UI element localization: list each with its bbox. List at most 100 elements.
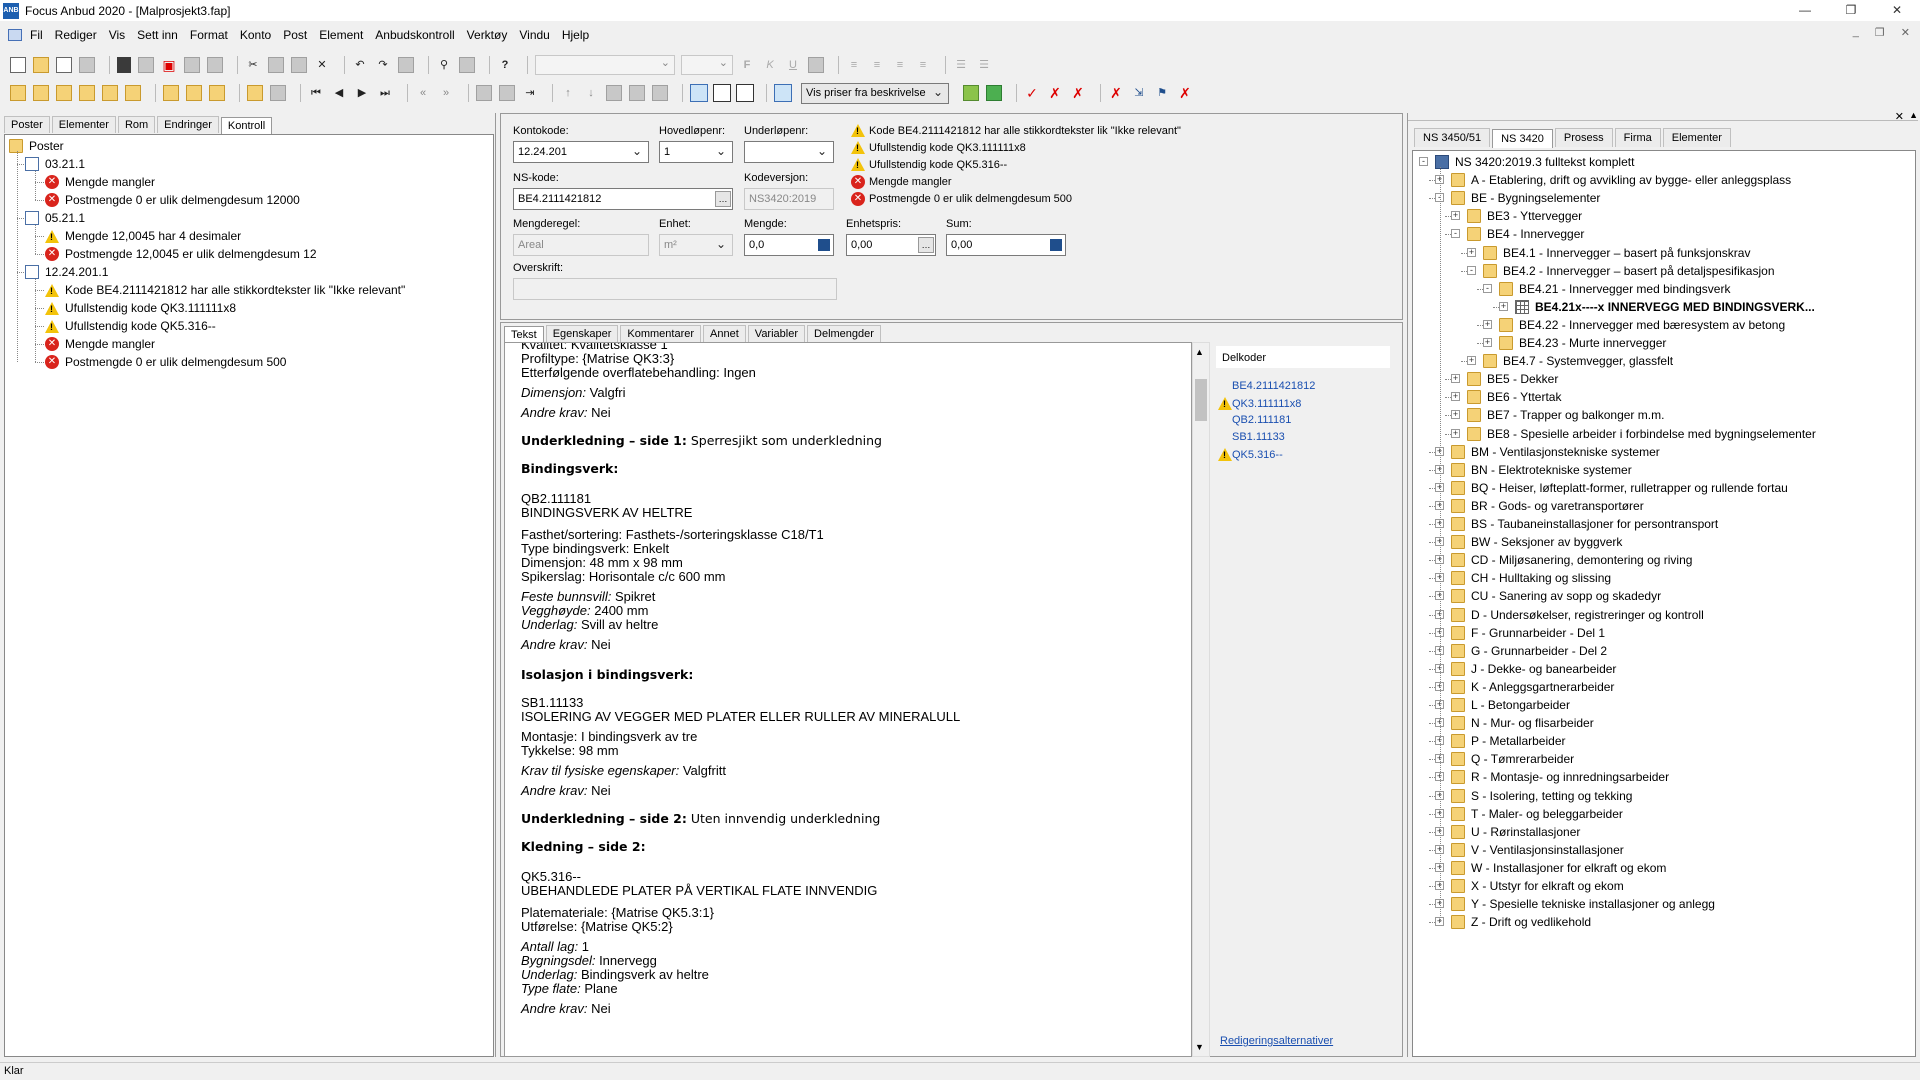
tab-kontroll[interactable]: Kontroll [220, 117, 273, 134]
redo-icon[interactable]: ↷ [375, 57, 391, 73]
menu-vindu[interactable]: Vindu [513, 28, 555, 42]
control-message[interactable]: ! Ufullstendig kode QK3.111111x8 [45, 299, 236, 317]
ns-tree-node[interactable]: CU - Sanering av sopp og skadedyr [1451, 587, 1661, 605]
tab-egenskaper[interactable]: Egenskaper [545, 325, 619, 342]
ns-tree-node[interactable]: BE4.1 - Innervegger – basert på funksjon… [1483, 244, 1750, 262]
tab-ns-3450-51[interactable]: NS 3450/51 [1414, 128, 1491, 147]
ns-tree[interactable]: - NS 3420:2019.3 fulltekst komplett + A - E… [1412, 150, 1916, 1057]
enhet-select[interactable]: m² [659, 234, 733, 256]
collapse-icon[interactable]: - [1483, 283, 1492, 293]
delete-row-icon[interactable] [499, 85, 515, 101]
expand-icon[interactable]: + [1483, 319, 1492, 329]
error-clear-icon[interactable]: ✗ [1177, 85, 1193, 101]
collapse-icon[interactable]: - [1467, 265, 1476, 275]
ns-tree-node[interactable]: BE3 - Yttervegger [1467, 207, 1582, 225]
ns-tree-node[interactable]: F - Grunnarbeider - Del 1 [1451, 624, 1605, 642]
menu-hjelp[interactable]: Hjelp [556, 28, 595, 42]
ns-tree-node[interactable]: J - Dekke- og banearbeider [1451, 660, 1616, 678]
ns-tree-node[interactable]: BE6 - Yttertak [1467, 388, 1561, 406]
next-record-icon[interactable]: ▶ [354, 85, 370, 101]
tab-kommentarer[interactable]: Kommentarer [620, 325, 702, 342]
folder-check-icon[interactable] [209, 85, 225, 101]
ns-tree-node[interactable]: NS 3420:2019.3 fulltekst komplett [1435, 153, 1634, 171]
open-file-icon[interactable] [33, 57, 49, 73]
align-left-icon[interactable]: ≡ [846, 57, 862, 73]
back-icon[interactable]: « [415, 85, 431, 101]
find-next-icon[interactable] [459, 57, 475, 73]
control-message[interactable]: ! Kode BE4.2111421812 har alle stikkordte… [45, 281, 405, 299]
view-list-toggle[interactable] [736, 84, 754, 102]
expand-icon[interactable]: + [1451, 211, 1460, 221]
delkode-item[interactable]: BE4.2111421812 [1218, 380, 1315, 392]
mengde-field[interactable]: 0,0 [744, 234, 834, 256]
expand-icon[interactable]: + [1467, 356, 1476, 366]
sort-icon[interactable] [652, 85, 668, 101]
expand-icon[interactable]: + [1467, 247, 1476, 257]
spellcheck-icon[interactable] [207, 57, 223, 73]
tab-poster[interactable]: Poster [4, 116, 50, 133]
control-message[interactable]: ✕ Mengde mangler [45, 173, 155, 191]
new-file-icon[interactable] [10, 57, 26, 73]
print-icon[interactable] [138, 57, 154, 73]
ns-tree-node[interactable]: D - Undersøkelser, registreringer og kon… [1451, 606, 1704, 624]
menu-sett-inn[interactable]: Sett inn [131, 28, 184, 42]
scroll-up-icon[interactable]: ▲ [1195, 347, 1204, 357]
check-icon[interactable]: ✓ [1024, 85, 1040, 101]
ns-tree-node[interactable]: U - Rørinstallasjoner [1451, 823, 1580, 841]
replace-icon[interactable] [398, 57, 414, 73]
indent-icon[interactable]: ⇥ [522, 85, 538, 101]
transfer-icon[interactable] [963, 85, 979, 101]
ns-tree-node[interactable]: K - Anleggsgartnerarbeider [1451, 678, 1614, 696]
ns-tree-node[interactable]: N - Mur- og flisarbeider [1451, 714, 1594, 732]
tab-variabler[interactable]: Variabler [747, 325, 806, 342]
ns-tree-node[interactable]: BE4.23 - Murte innervegger [1499, 334, 1666, 352]
view-single-toggle[interactable] [690, 84, 708, 102]
menu-konto[interactable]: Konto [234, 28, 277, 42]
insert-row-icon[interactable] [476, 85, 492, 101]
justify-icon[interactable]: ≡ [915, 57, 931, 73]
help-icon[interactable]: ? [497, 57, 513, 73]
align-center-icon[interactable]: ≡ [869, 57, 885, 73]
ns-tree-node[interactable]: CH - Hulltaking og slissing [1451, 569, 1611, 587]
export-icon[interactable] [986, 85, 1002, 101]
tools-icon[interactable] [186, 85, 202, 101]
menu-element[interactable]: Element [313, 28, 369, 42]
ns-tree-node[interactable]: L - Betongarbeider [1451, 696, 1570, 714]
ns-tree-node[interactable]: BE4.21 - Innervegger med bindingsverk [1499, 280, 1730, 298]
delkode-item[interactable]: ! QK5.316-- [1218, 448, 1283, 461]
control-message[interactable]: ! Mengde 12,0045 har 4 desimaler [45, 227, 241, 245]
control-tree[interactable]: Poster 03.21.1 ✕ Mengde mangler ✕ Postmengde … [4, 134, 494, 1057]
delkode-item[interactable]: ! QK3.111111x8 [1218, 397, 1301, 410]
scroll-thumb[interactable] [1195, 379, 1207, 421]
pdf-icon[interactable]: ▣ [161, 57, 177, 73]
copy-file-icon[interactable] [79, 57, 95, 73]
scroll-down-icon[interactable]: ▼ [1195, 1042, 1204, 1052]
tab-delmengder[interactable]: Delmengder [807, 325, 881, 342]
expand-icon[interactable]: + [1499, 301, 1508, 311]
chapter-folder-icon[interactable] [10, 85, 26, 101]
previous-record-icon[interactable]: ◀ [331, 85, 347, 101]
ns-tree-node[interactable]: BE4.22 - Innervegger med bæresystem av b… [1499, 316, 1785, 334]
ns-tree-node[interactable]: BN - Elektrotekniske systemer [1451, 461, 1632, 479]
mdi-minimize-button[interactable]: _ [1853, 26, 1859, 39]
expand-icon[interactable]: + [1483, 338, 1492, 347]
tree-post[interactable]: 12.24.201.1 [25, 263, 108, 281]
editing-options-link[interactable]: Redigeringsalternativer [1220, 1035, 1333, 1047]
forward-icon[interactable]: » [438, 85, 454, 101]
folder-open-icon[interactable] [163, 85, 179, 101]
collapse-icon[interactable]: - [1451, 229, 1460, 239]
ns-tree-node[interactable]: BE4.2 - Innervegger – basert på detaljsp… [1483, 262, 1775, 280]
ns-tree-node[interactable]: P - Metallarbeider [1451, 732, 1566, 750]
ns-code-browse-button[interactable]: … [715, 191, 731, 207]
italic-icon[interactable]: K [762, 57, 778, 73]
font-combo[interactable] [535, 55, 675, 75]
folder-move-icon[interactable] [102, 85, 118, 101]
panel-scroll-icon[interactable]: ▲ [1909, 110, 1918, 120]
ns-tree-node[interactable]: W - Installasjoner for elkraft og ekom [1451, 859, 1666, 877]
overskrift-field[interactable] [513, 278, 837, 300]
delkode-item[interactable]: QB2.111181 [1218, 414, 1291, 426]
ns-tree-node[interactable]: BR - Gods- og varetransportører [1451, 497, 1644, 515]
sort-down-icon[interactable] [629, 85, 645, 101]
description-text[interactable]: Kvalitet: Kvalitetsklasse 1 Profiltype: {… [504, 342, 1192, 1057]
ns-tree-node[interactable]: CD - Miljøsanering, demontering og rivin… [1451, 551, 1692, 569]
